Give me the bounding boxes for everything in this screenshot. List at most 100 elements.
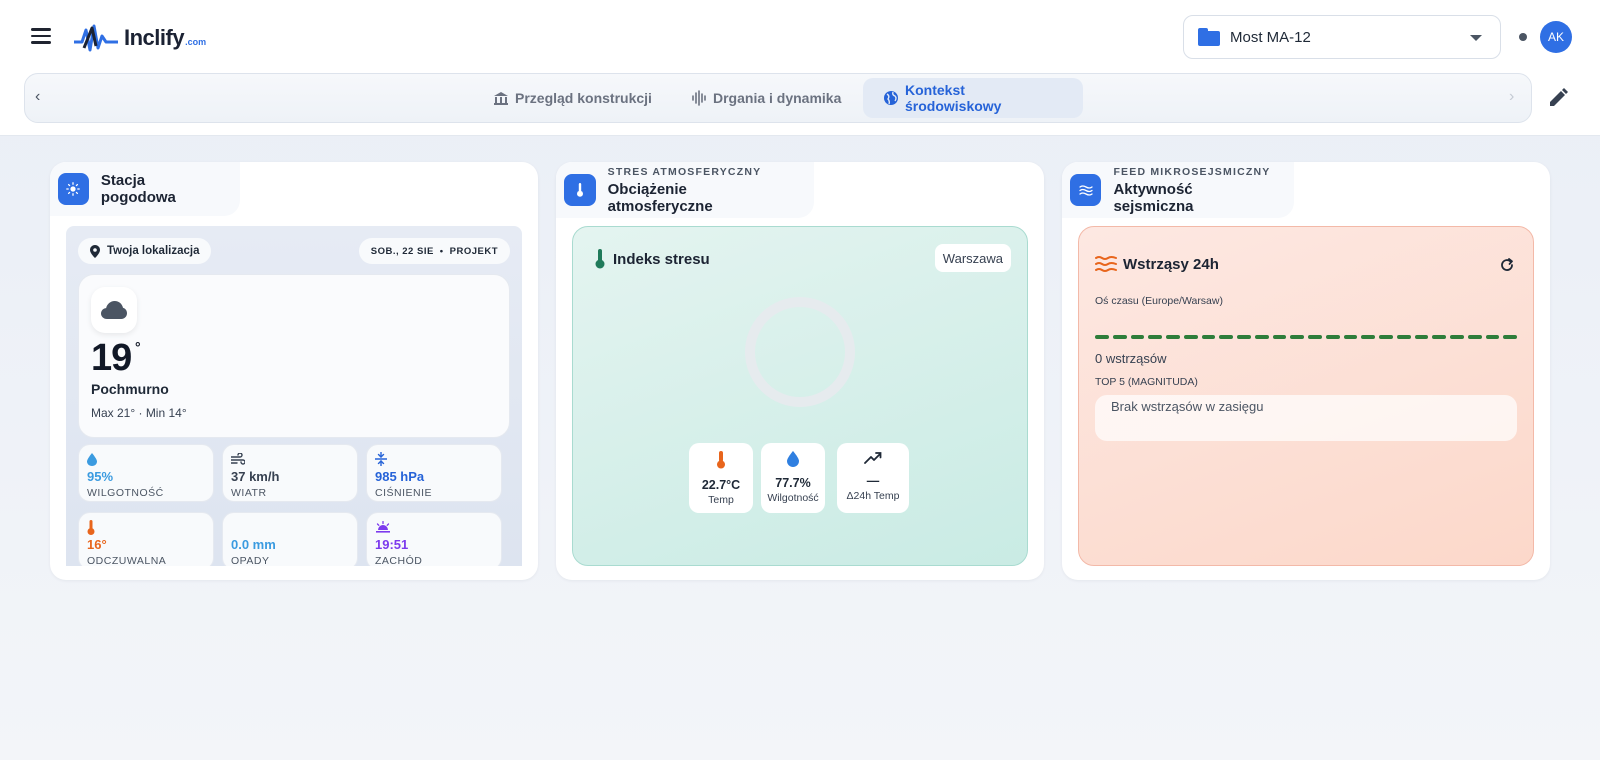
tab-label: Przegląd konstrukcji (515, 90, 652, 106)
date-chip: SOB., 22 SIE • PROJEKT (358, 238, 510, 264)
metric-value: 22.7°C (701, 478, 741, 492)
sun-icon (58, 173, 89, 205)
card-header: Stacja pogodowa (50, 162, 240, 216)
metric-label: Temp (708, 494, 734, 506)
building-icon (493, 90, 509, 106)
avatar[interactable]: AK (1540, 21, 1572, 53)
card-title: Stacja pogodowa (100, 172, 176, 206)
logo[interactable]: Inclify .com (72, 20, 206, 56)
logo-icon (74, 24, 118, 52)
card-title: Aktywność sejsmiczna (1113, 180, 1194, 215)
card-kicker: STRES ATMOSFERYCZNY (607, 165, 762, 178)
card-heading: STRES ATMOSFERYCZNY Obciążenie atmosfery… (608, 166, 794, 215)
tab-bar: ‹ Przegląd konstrukcji Drgania i dynamik… (24, 73, 1532, 123)
temperature-minmax: Max 21° · Min 14° (91, 406, 187, 420)
stress-index-panel: Indeks stresu Warszawa 22.7°C Temp 77.7%… (572, 226, 1028, 566)
droplet-icon (87, 451, 205, 467)
stat-value: 37 km/h (231, 469, 280, 484)
project-select[interactable]: Most MA-12 (1183, 15, 1501, 59)
mode-text: PROJEKT (449, 245, 498, 257)
top5-label: TOP 5 (MAGNITUDA) (1095, 376, 1198, 388)
folder-icon (1198, 28, 1220, 46)
metric-label: Wilgotność (767, 492, 819, 504)
stat-label: CIŚNIENIE (375, 487, 433, 499)
wind-icon (231, 451, 349, 467)
location-text: Twoja lokalizacja (107, 245, 200, 257)
stat-sunset: 19:51 ZACHÓD (366, 512, 502, 566)
card-header: FEED MIKROSEJSMICZNY Aktywność sejsmiczn… (1062, 162, 1294, 218)
timeline-track (1095, 335, 1517, 339)
stress-index-title: Indeks stresu (595, 249, 710, 269)
tab-kontekst-srodowiskowy[interactable]: Kontekst środowiskowy (863, 78, 1083, 118)
stat-label: OPADY (231, 555, 270, 566)
metric-label: Δ24h Temp (846, 490, 900, 502)
quake-count: 0 wstrząsów (1095, 351, 1167, 366)
separator-dot: • (439, 245, 444, 257)
logo-suffix: .com (185, 37, 207, 47)
stat-value: 985 hPa (375, 469, 425, 484)
top-bar: Inclify .com Most MA-12 AK ‹ Przegląd ko… (0, 0, 1600, 136)
stat-pressure: 985 hPa CIŚNIENIE (366, 444, 502, 502)
thermometer-icon (87, 519, 205, 535)
project-name: Most MA-12 (1230, 28, 1311, 46)
card-heading: FEED MIKROSEJSMICZNY Aktywność sejsmiczn… (1113, 166, 1274, 215)
chevron-down-icon (1470, 35, 1482, 41)
metric-humidity: 77.7% Wilgotność (761, 443, 825, 513)
location-chip[interactable]: Twoja lokalizacja (78, 238, 212, 264)
stat-wind: 37 km/h WIATR (222, 444, 358, 502)
card-kicker: FEED MIKROSEJSMICZNY (1113, 165, 1271, 178)
stat-label: ZACHÓD (375, 555, 423, 566)
tab-label: Drgania i dynamika (713, 90, 842, 106)
quakes-panel: Wstrząsy 24h Oś czasu (Europe/Warsaw) 0 … (1078, 226, 1534, 566)
metric-temp-delta: — Δ24h Temp (837, 443, 909, 513)
waves-icon (1070, 174, 1102, 206)
cloud-icon (91, 287, 137, 333)
empty-state: Brak wstrząsów w zasięgu (1095, 395, 1517, 441)
temperature-value: 19 (91, 337, 132, 379)
tab-przeglad-konstrukcji[interactable]: Przegląd konstrukcji (473, 78, 672, 118)
edit-pencil-icon[interactable] (1546, 86, 1572, 112)
sunset-icon (375, 519, 493, 535)
chevron-right-icon[interactable]: › (1509, 88, 1523, 106)
stress-gauge-ring (745, 297, 855, 407)
stat-value: 95% (87, 469, 114, 484)
thermometer-icon (689, 451, 753, 474)
chevron-left-icon[interactable]: ‹ (35, 88, 49, 106)
waveform-icon (691, 90, 707, 106)
atmospheric-stress-card: STRES ATMOSFERYCZNY Obciążenie atmosfery… (556, 162, 1044, 580)
seismic-activity-card: FEED MIKROSEJSMICZNY Aktywność sejsmiczn… (1062, 162, 1550, 580)
metric-value: 77.7% (775, 476, 811, 490)
hamburger-menu-icon[interactable] (28, 24, 54, 50)
thermometer-icon (564, 174, 596, 206)
date-text: SOB., 22 SIE (370, 245, 434, 257)
stat-label: WILGOTNOŚĆ (87, 487, 164, 499)
stat-label: WIATR (231, 487, 267, 499)
stat-value: 19:51 (375, 537, 409, 552)
stat-humidity: 95% WILGOTNOŚĆ (78, 444, 214, 502)
stat-precipitation: 0.0 mm OPADY (222, 512, 358, 566)
weather-card: Stacja pogodowa Twoja lokalizacja SOB., … (50, 162, 538, 580)
refresh-icon[interactable] (1499, 257, 1515, 273)
weather-condition: Pochmurno (91, 381, 169, 397)
tab-drgania-i-dynamika[interactable]: Drgania i dynamika (671, 78, 861, 118)
timeline-label: Oś czasu (Europe/Warsaw) (1095, 295, 1223, 307)
metric-value: — (866, 474, 880, 488)
status-dot (1519, 33, 1527, 41)
trend-icon (837, 451, 909, 470)
stat-feels-like: 16° ODCZUWALNA (78, 512, 214, 566)
city-chip[interactable]: Warszawa (934, 244, 1011, 272)
card-header: STRES ATMOSFERYCZNY Obciążenie atmosfery… (556, 162, 814, 218)
location-pin-icon (90, 244, 100, 258)
stat-value: 16° (87, 537, 107, 552)
weather-panel: Twoja lokalizacja SOB., 22 SIE • PROJEKT… (66, 226, 522, 566)
stat-value: 0.0 mm (231, 537, 276, 552)
panel-title: Wstrząsy 24h (1123, 255, 1219, 273)
stat-label: ODCZUWALNA (87, 555, 167, 566)
tab-label: Kontekst środowiskowy (905, 82, 1002, 114)
seismic-waves-icon (1095, 256, 1117, 272)
temperature-degree: ° (135, 339, 141, 355)
metric-temp: 22.7°C Temp (689, 443, 753, 513)
globe-icon (883, 90, 899, 106)
panel-title: Indeks stresu (613, 250, 710, 268)
rain-icon (231, 519, 349, 535)
